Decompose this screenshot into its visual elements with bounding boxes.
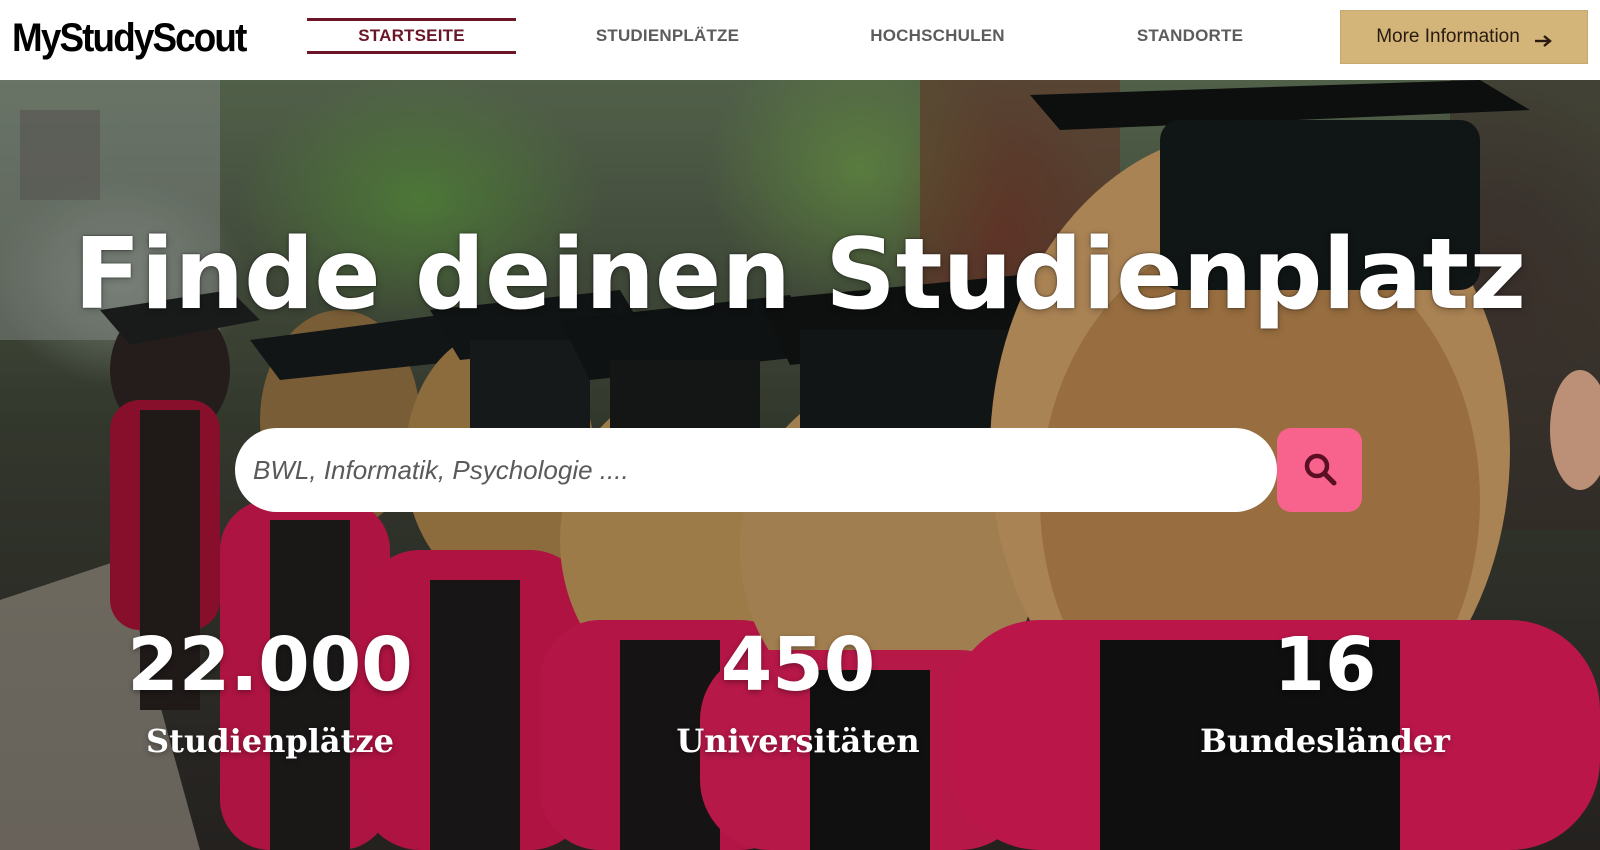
stat-label: Universitäten — [676, 722, 920, 760]
nav-item-standorte[interactable]: STANDORTE — [1110, 18, 1270, 54]
more-information-button[interactable]: More Information — [1340, 10, 1588, 64]
more-information-label: More Information — [1376, 26, 1520, 47]
arrow-right-icon — [1534, 31, 1552, 47]
stat-value: 450 — [720, 622, 876, 708]
stat-label: Studienplätze — [146, 722, 394, 760]
top-navigation-bar: MyStudyScout STARTSEITE STUDIENPLÄTZE HO… — [0, 0, 1600, 80]
hero-title: Finde deinen Studienplatz — [73, 218, 1527, 332]
search-button[interactable] — [1277, 428, 1362, 512]
stat-value: 22.000 — [127, 622, 413, 708]
stat-label: Bundesländer — [1199, 722, 1451, 760]
search-field-container — [235, 428, 1277, 512]
stat-value: 16 — [1273, 622, 1377, 708]
stat-studienplaetze: 22.000 Studienplätze — [70, 625, 470, 761]
nav-item-studienplaetze[interactable]: STUDIENPLÄTZE — [580, 18, 755, 54]
stat-universitaeten: 450 Universitäten — [598, 625, 998, 761]
logo[interactable]: MyStudyScout — [12, 14, 247, 62]
stat-bundeslaender: 16 Bundesländer — [1125, 625, 1525, 761]
nav-item-startseite[interactable]: STARTSEITE — [307, 18, 516, 54]
nav-item-hochschulen[interactable]: HOCHSCHULEN — [855, 18, 1020, 54]
search-icon — [1302, 451, 1338, 490]
search-input[interactable] — [235, 428, 1277, 512]
hero-section: Finde deinen Studienplatz 22.000 Studien… — [0, 80, 1600, 850]
